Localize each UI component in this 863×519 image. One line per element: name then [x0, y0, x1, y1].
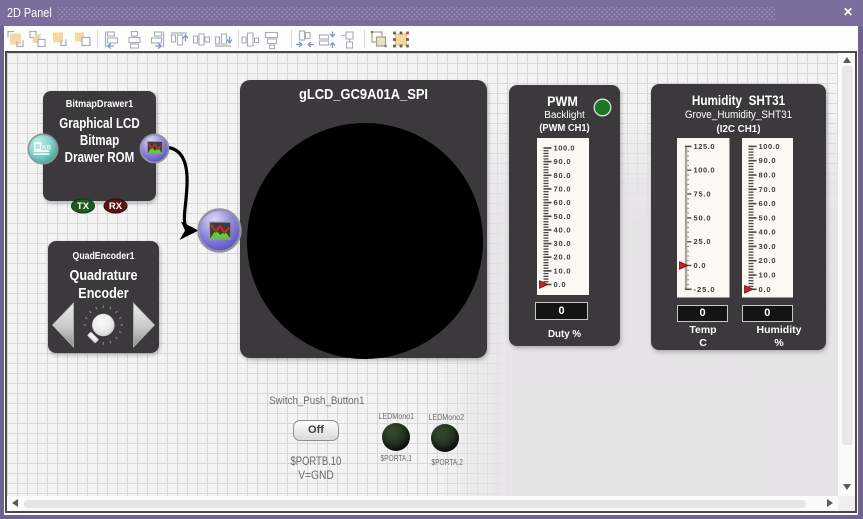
svg-text:TX: TX [77, 201, 90, 212]
svg-text:0.0: 0.0 [694, 261, 706, 270]
svg-text:125.0: 125.0 [694, 142, 715, 151]
svg-text:80.0: 80.0 [554, 171, 571, 180]
svg-text:50.0: 50.0 [758, 213, 775, 222]
svg-text:50.0: 50.0 [694, 213, 711, 222]
svg-text:60.0: 60.0 [758, 199, 775, 208]
svg-text:-25.0: -25.0 [694, 285, 715, 294]
svg-text:80.0: 80.0 [758, 171, 775, 180]
svg-text:0.0: 0.0 [554, 280, 566, 289]
svg-text:40.0: 40.0 [554, 225, 571, 234]
svg-text:20.0: 20.0 [554, 253, 571, 262]
svg-text:60.0: 60.0 [554, 198, 571, 207]
svg-text:70.0: 70.0 [758, 185, 775, 194]
svg-text:20.0: 20.0 [758, 256, 775, 265]
svg-text:70.0: 70.0 [554, 184, 571, 193]
svg-text:100.0: 100.0 [758, 142, 779, 151]
svg-text:30.0: 30.0 [554, 239, 571, 248]
svg-text:100.0: 100.0 [694, 166, 715, 175]
svg-text:75.0: 75.0 [694, 190, 711, 199]
svg-text:RX: RX [109, 201, 123, 212]
svg-text:30.0: 30.0 [758, 242, 775, 251]
svg-text:90.0: 90.0 [758, 156, 775, 165]
svg-text:10.0: 10.0 [554, 266, 571, 275]
svg-text:25.0: 25.0 [694, 237, 711, 246]
svg-text:100.0: 100.0 [554, 144, 575, 153]
svg-text:10.0: 10.0 [758, 271, 775, 280]
svg-text:40.0: 40.0 [758, 228, 775, 237]
svg-text:90.0: 90.0 [554, 157, 571, 166]
svg-text:0.0: 0.0 [758, 285, 770, 294]
svg-text:50.0: 50.0 [554, 212, 571, 221]
